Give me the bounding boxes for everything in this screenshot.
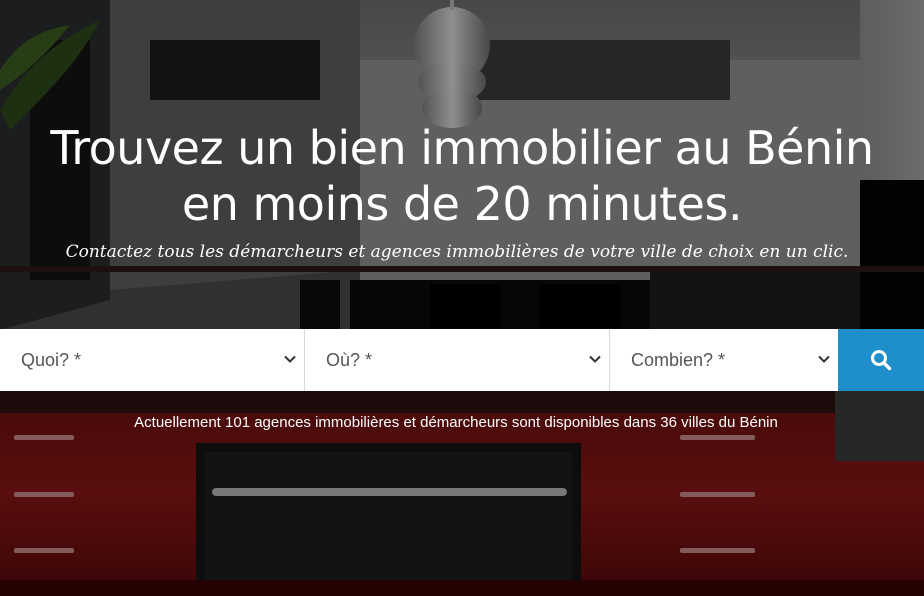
search-icon: [871, 350, 892, 371]
search-button[interactable]: [838, 329, 924, 391]
location-label: Où? *: [326, 349, 373, 370]
headline-line-1: Trouvez un bien immobilier au Bénin: [50, 121, 874, 175]
hero-headline: Trouvez un bien immobilier au Bénin en m…: [0, 120, 924, 232]
property-type-select[interactable]: Quoi? *: [0, 329, 305, 391]
headline-line-2: en moins de 20 minutes.: [181, 177, 743, 231]
budget-label: Combien? *: [631, 349, 726, 370]
hero-subtitle: Contactez tous les démarcheurs et agence…: [65, 242, 849, 262]
location-select[interactable]: Où? *: [305, 329, 610, 391]
property-type-label: Quoi? *: [21, 349, 82, 370]
hero-section: Trouvez un bien immobilier au Bénin en m…: [0, 0, 924, 596]
budget-select[interactable]: Combien? *: [610, 329, 838, 391]
chevron-down-icon: [284, 355, 296, 363]
availability-text: Actuellement 101 agences immobilières et…: [134, 414, 778, 431]
chevron-down-icon: [818, 355, 830, 363]
search-bar: Quoi? * Où? * Combien? *: [0, 329, 924, 391]
hero-overlay: [0, 0, 924, 596]
chevron-down-icon: [589, 355, 601, 363]
